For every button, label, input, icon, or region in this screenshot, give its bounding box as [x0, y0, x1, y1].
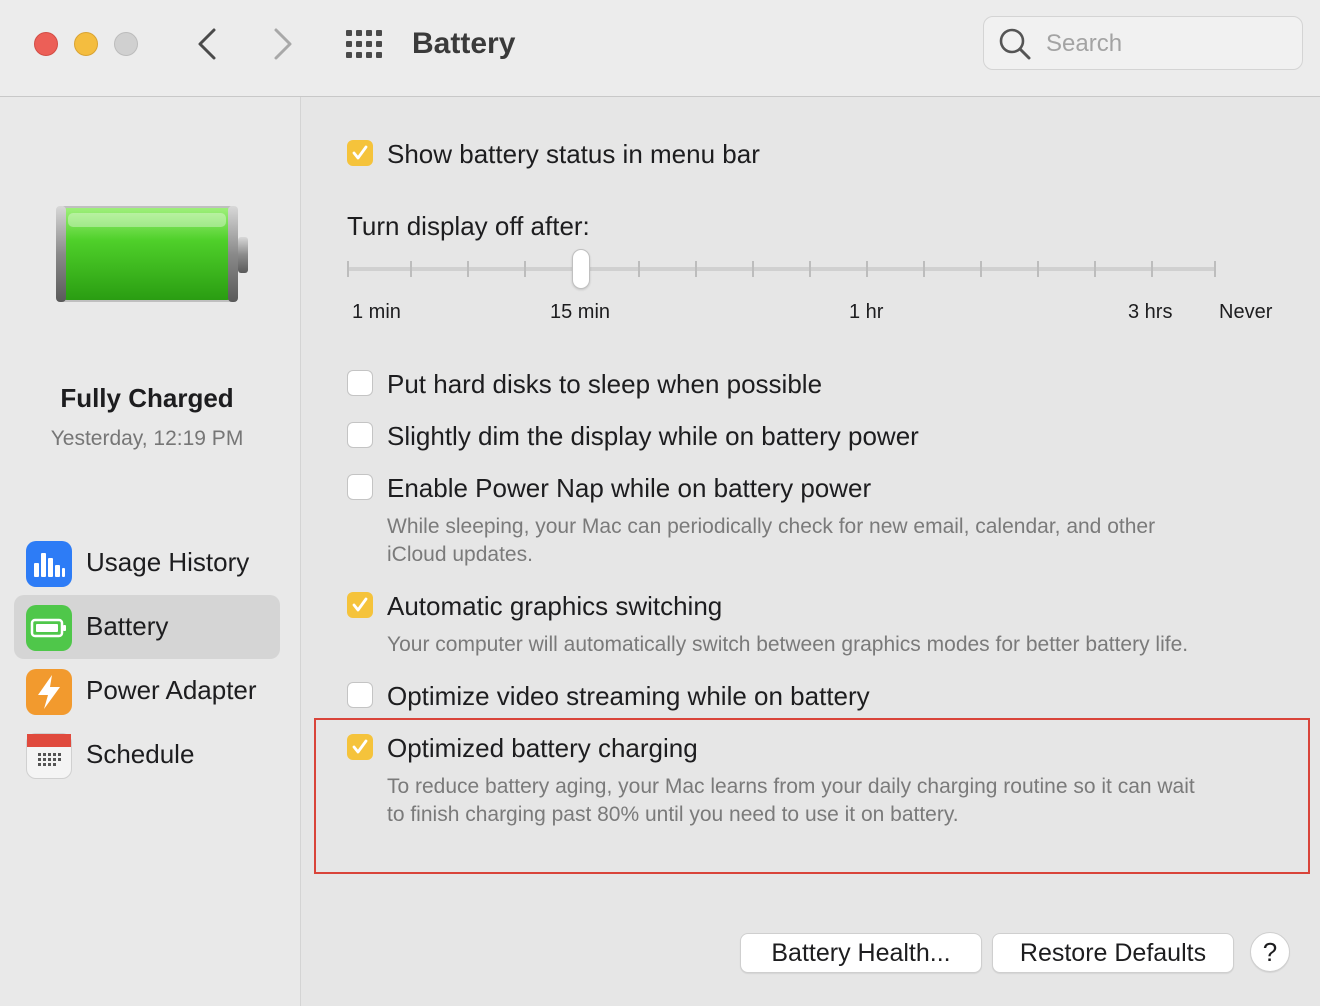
dim-display-label[interactable]: Slightly dim the display while on batter…	[387, 421, 919, 452]
slider-knob[interactable]	[572, 249, 590, 289]
charge-status-title: Fully Charged	[60, 383, 234, 413]
slider-tick	[467, 261, 469, 277]
slider-tick	[809, 261, 811, 277]
battery-icon	[26, 605, 72, 651]
slider-tick-label: 15 min	[550, 301, 611, 323]
slider-tick	[695, 261, 697, 277]
hard-disks-label[interactable]: Put hard disks to sleep when possible	[387, 369, 822, 400]
slider-tick	[524, 261, 526, 277]
checkmark-icon	[352, 145, 368, 160]
dim-display-checkbox[interactable]	[347, 422, 373, 448]
slider-tick	[347, 261, 349, 277]
hard-disks-checkbox[interactable]	[347, 370, 373, 396]
search-input[interactable]	[1044, 25, 1288, 63]
graphics-switching-description: Your computer will automatically switch …	[387, 633, 1189, 656]
bar-chart-icon	[26, 541, 72, 587]
show-status-checkbox[interactable]	[347, 140, 373, 166]
close-window-button[interactable]	[34, 32, 58, 56]
video-streaming-checkbox[interactable]	[347, 682, 373, 708]
power-nap-checkbox[interactable]	[347, 474, 373, 500]
checkmark-icon	[352, 597, 368, 612]
slider-tick	[410, 261, 412, 277]
optimized-charging-description: to finish charging past 80% until you ne…	[387, 803, 959, 826]
sidebar-item-label: Usage History	[86, 547, 250, 577]
video-streaming-label[interactable]: Optimize video streaming while on batter…	[387, 681, 870, 712]
optimized-charging-description: To reduce battery aging, your Mac learns…	[387, 775, 1195, 798]
sidebar-item-usage-history[interactable]: Usage History	[14, 531, 280, 595]
chevron-left-icon	[198, 28, 216, 60]
restore-defaults-button[interactable]: Restore Defaults	[992, 933, 1234, 973]
checkmark-icon	[352, 739, 368, 754]
optimized-charging-label[interactable]: Optimized battery charging	[387, 733, 698, 764]
sidebar-item-label: Power Adapter	[86, 675, 257, 705]
graphics-switching-checkbox[interactable]	[347, 592, 373, 618]
slider-tick	[980, 261, 982, 277]
sidebar-item-schedule[interactable]: Schedule	[14, 723, 280, 787]
show-all-grid-button[interactable]	[344, 28, 384, 60]
slider-tick	[923, 261, 925, 277]
help-button[interactable]: ?	[1250, 932, 1290, 972]
sidebar-item-label: Battery	[86, 611, 169, 641]
show-status-label[interactable]: Show battery status in menu bar	[387, 139, 760, 170]
slider-tick	[866, 261, 868, 277]
back-button[interactable]	[188, 24, 228, 64]
power-nap-label[interactable]: Enable Power Nap while on battery power	[387, 473, 871, 504]
slider-tick	[752, 261, 754, 277]
zoom-window-button[interactable]	[114, 32, 138, 56]
slider-tick-label: 1 min	[352, 301, 401, 323]
slider-tick-label: 1 hr	[849, 301, 884, 323]
lightning-icon	[26, 669, 72, 715]
power-nap-description: While sleeping, your Mac can periodicall…	[387, 515, 1156, 538]
window-title: Battery	[412, 27, 516, 60]
slider-tick	[1037, 261, 1039, 277]
forward-button[interactable]	[262, 24, 302, 64]
slider-tick	[1214, 261, 1216, 277]
slider-tick-label: Never	[1219, 301, 1273, 323]
battery-settings-pane: Show battery status in menu bar Turn dis…	[301, 97, 1320, 1006]
slider-tick	[1094, 261, 1096, 277]
sidebar: Fully Charged Yesterday, 12:19 PM Usage …	[0, 97, 301, 1006]
search-icon	[999, 28, 1031, 60]
optimized-charging-checkbox[interactable]	[347, 734, 373, 760]
chevron-right-icon	[274, 28, 292, 60]
grid-icon	[346, 30, 382, 58]
minimize-window-button[interactable]	[74, 32, 98, 56]
display-off-label: Turn display off after:	[347, 211, 590, 241]
slider-tick	[1151, 261, 1153, 277]
slider-track[interactable]	[348, 267, 1216, 271]
charge-status-time: Yesterday, 12:19 PM	[50, 427, 244, 450]
battery-large-icon	[56, 206, 248, 302]
slider-tick	[638, 261, 640, 277]
title-bar: Battery	[0, 0, 1320, 97]
search-field[interactable]	[983, 16, 1303, 70]
calendar-icon	[26, 733, 72, 779]
sidebar-item-label: Schedule	[86, 739, 195, 769]
sidebar-item-power-adapter[interactable]: Power Adapter	[14, 659, 280, 723]
slider-tick-label: 3 hrs	[1128, 301, 1173, 323]
battery-health-button[interactable]: Battery Health...	[740, 933, 982, 973]
power-nap-description: iCloud updates.	[387, 543, 533, 566]
sidebar-item-battery[interactable]: Battery	[14, 595, 280, 659]
graphics-switching-label[interactable]: Automatic graphics switching	[387, 591, 722, 622]
